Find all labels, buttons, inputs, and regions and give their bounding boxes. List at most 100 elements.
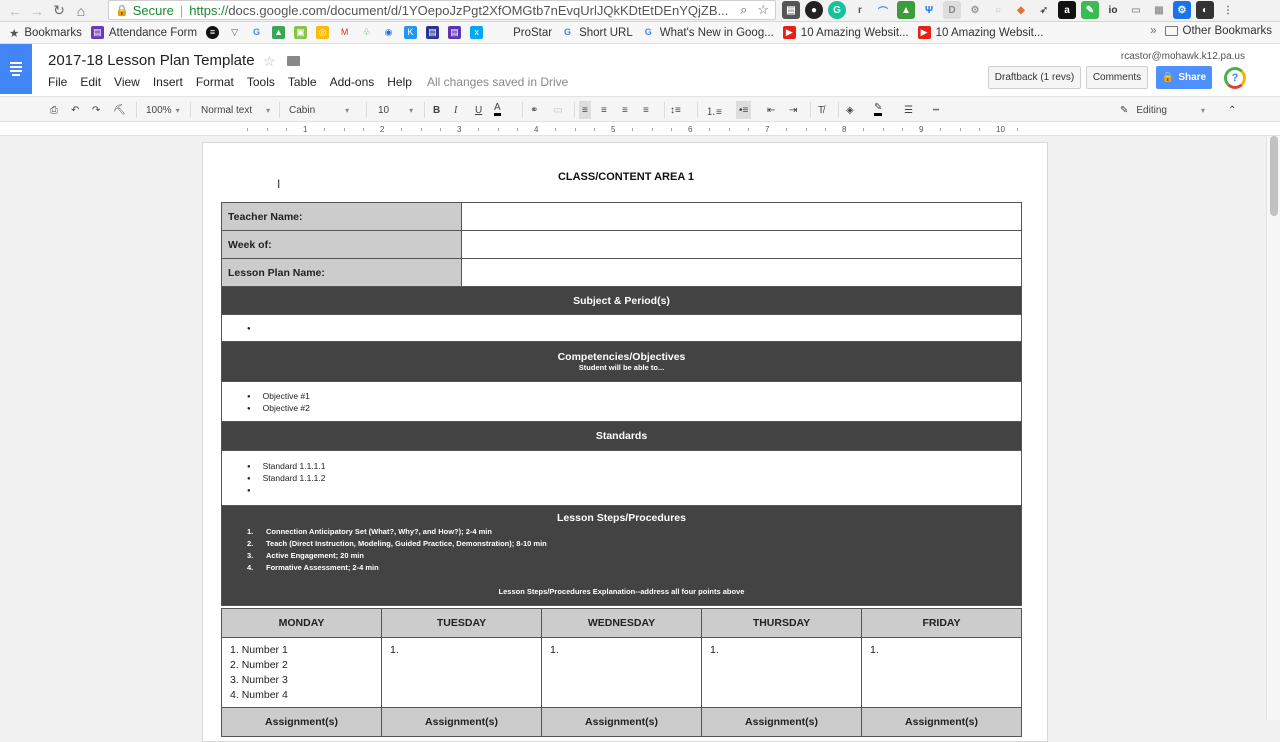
extension-icon[interactable]: ⌒: [874, 1, 892, 19]
address-bar[interactable]: 🔒 Secure | https:// docs.google.com/docu…: [108, 0, 776, 20]
clear-formatting-icon[interactable]: T̸: [818, 101, 824, 119]
menu-view[interactable]: View: [114, 75, 140, 89]
comment-icon[interactable]: ▭: [553, 101, 562, 119]
redo-icon[interactable]: ↷: [92, 101, 100, 119]
star-icon[interactable]: ☆: [263, 53, 276, 70]
lesson-plan-name-cell[interactable]: [461, 258, 1022, 287]
bookmark-item[interactable]: ▤ Attendance Form: [90, 26, 197, 39]
decrease-indent-icon[interactable]: ⇤: [767, 101, 775, 119]
extension-icon[interactable]: ◆: [1012, 1, 1030, 19]
menu-insert[interactable]: Insert: [153, 75, 183, 89]
style-select[interactable]: Normal text ▾: [201, 101, 270, 119]
zoom-search-icon[interactable]: ⌕: [740, 2, 747, 18]
link-icon[interactable]: ⚭: [530, 101, 538, 119]
bookmark-icon-only[interactable]: ▲: [272, 26, 286, 39]
grammarly-icon[interactable]: G: [828, 1, 846, 19]
menu-tools[interactable]: Tools: [247, 75, 275, 89]
extension-icon[interactable]: ▭: [1127, 1, 1145, 19]
bookmark-item[interactable]: ProStar: [513, 27, 552, 39]
document-page[interactable]: CLASS/CONTENT AREA 1 I Teacher Name: Wee…: [202, 142, 1048, 742]
bulleted-list-icon[interactable]: •≡: [736, 101, 752, 119]
extension-icon[interactable]: ▦: [1150, 1, 1168, 19]
bookmark-item[interactable]: G What's New in Goog...: [642, 26, 774, 39]
document-title[interactable]: 2017-18 Lesson Plan Template: [48, 52, 255, 69]
subject-cell[interactable]: [221, 314, 1022, 342]
bookmark-icon-only[interactable]: x: [470, 26, 484, 39]
objectives-cell[interactable]: Objective #1 Objective #2: [221, 381, 1022, 422]
extension-icon[interactable]: ▤: [782, 1, 800, 19]
extension-icon[interactable]: Ψ: [920, 1, 938, 19]
draftback-button[interactable]: Draftback (1 revs): [988, 66, 1081, 89]
bookmark-icon-only[interactable]: G: [250, 26, 263, 39]
extension-icon[interactable]: D: [943, 1, 961, 19]
bookmark-item[interactable]: G Short URL: [561, 26, 633, 39]
border-color-icon[interactable]: ✎: [874, 101, 883, 116]
extension-icon[interactable]: ●: [805, 1, 823, 19]
list-item[interactable]: Standard 1.1.1.1: [247, 461, 1021, 471]
vertical-scrollbar[interactable]: [1266, 136, 1280, 720]
help-icon[interactable]: ?: [1224, 67, 1246, 89]
paint-format-icon[interactable]: ⛏: [113, 101, 126, 119]
font-size-select[interactable]: 10 ▾: [378, 101, 413, 119]
tuesday-cell[interactable]: 1.: [381, 637, 542, 708]
extension-icon[interactable]: ○: [989, 1, 1007, 19]
more-bookmarks-icon[interactable]: »: [1150, 25, 1156, 37]
menu-edit[interactable]: Edit: [80, 75, 101, 89]
reload-icon[interactable]: ↻: [48, 1, 70, 21]
thursday-cell[interactable]: 1.: [701, 637, 862, 708]
bookmark-icon-only[interactable]: ◎: [316, 26, 330, 39]
text-color-button[interactable]: A: [494, 101, 501, 116]
print-icon[interactable]: ⎙: [50, 101, 58, 119]
increase-indent-icon[interactable]: ⇥: [789, 101, 797, 119]
rocket-icon[interactable]: ➶: [1035, 1, 1053, 19]
standards-cell[interactable]: Standard 1.1.1.1 Standard 1.1.1.2: [221, 450, 1022, 506]
bookmark-icon-only[interactable]: ▽: [228, 26, 241, 39]
align-left-icon[interactable]: ≡: [579, 101, 591, 119]
steps-header-cell[interactable]: Lesson Steps/Procedures 1. Connection Ant…: [221, 505, 1022, 606]
bookmark-star-icon[interactable]: ☆: [757, 2, 769, 18]
friday-cell[interactable]: 1.: [861, 637, 1022, 708]
bookmark-icon-only[interactable]: ◉: [382, 26, 395, 39]
ruler[interactable]: 1 2 3 4 5 6 7 8 9 10: [0, 122, 1280, 136]
menu-table[interactable]: Table: [288, 75, 317, 89]
teacher-name-cell[interactable]: [461, 202, 1022, 231]
extension-icon[interactable]: io: [1104, 1, 1122, 19]
align-justify-icon[interactable]: ≡: [643, 101, 649, 119]
other-bookmarks[interactable]: Other Bookmarks: [1164, 25, 1272, 37]
bookmark-item[interactable]: ▶ 10 Amazing Websit...: [917, 26, 1043, 39]
align-right-icon[interactable]: ≡: [622, 101, 628, 119]
list-item[interactable]: Standard 1.1.1.2: [247, 473, 1021, 483]
wednesday-cell[interactable]: 1.: [541, 637, 702, 708]
monday-cell[interactable]: 1. Number 1 2. Number 2 3. Number 3 4. N…: [221, 637, 382, 708]
border-dash-icon[interactable]: ┅: [933, 101, 939, 119]
bold-button[interactable]: B: [433, 101, 440, 119]
bookmark-icon-only[interactable]: ▤: [448, 26, 462, 39]
fill-color-icon[interactable]: ◈: [846, 101, 854, 119]
save-status[interactable]: All changes saved in Drive: [427, 75, 568, 89]
extension-icon[interactable]: ✎: [1081, 1, 1099, 19]
bookmark-icon-only[interactable]: ▣: [294, 26, 308, 39]
forward-icon[interactable]: →: [26, 1, 48, 21]
list-item[interactable]: [247, 485, 1021, 495]
bookmark-icon-only[interactable]: K: [404, 26, 418, 39]
extension-icon[interactable]: ▲: [897, 1, 915, 19]
account-email[interactable]: rcastor@mohawk.k12.pa.us: [1121, 51, 1245, 62]
menu-help[interactable]: Help: [387, 75, 412, 89]
underline-button[interactable]: U: [475, 101, 482, 119]
undo-icon[interactable]: ↶: [71, 101, 79, 119]
bookmark-icon-only[interactable]: ≡: [206, 26, 220, 39]
bookmark-icon-only[interactable]: ▤: [426, 26, 440, 39]
bookmark-item[interactable]: ▶ 10 Amazing Websit...: [782, 26, 909, 39]
menu-addons[interactable]: Add-ons: [330, 75, 375, 89]
back-icon[interactable]: ←: [4, 1, 26, 21]
list-item[interactable]: Objective #1: [247, 391, 1021, 401]
editing-mode-select[interactable]: ✎ Editing ▾: [1120, 101, 1205, 119]
comments-button[interactable]: Comments: [1086, 66, 1148, 89]
docs-home-icon[interactable]: [0, 44, 32, 94]
bookmark-item[interactable]: ★ Bookmarks: [9, 26, 82, 40]
bookmark-icon-only[interactable]: ♧: [360, 26, 373, 39]
collapse-icon[interactable]: ⌃: [1228, 101, 1236, 119]
menu-icon[interactable]: ⋮: [1219, 1, 1237, 19]
list-item[interactable]: Objective #2: [247, 403, 1021, 413]
extension-icon[interactable]: ⚙: [1173, 1, 1191, 19]
